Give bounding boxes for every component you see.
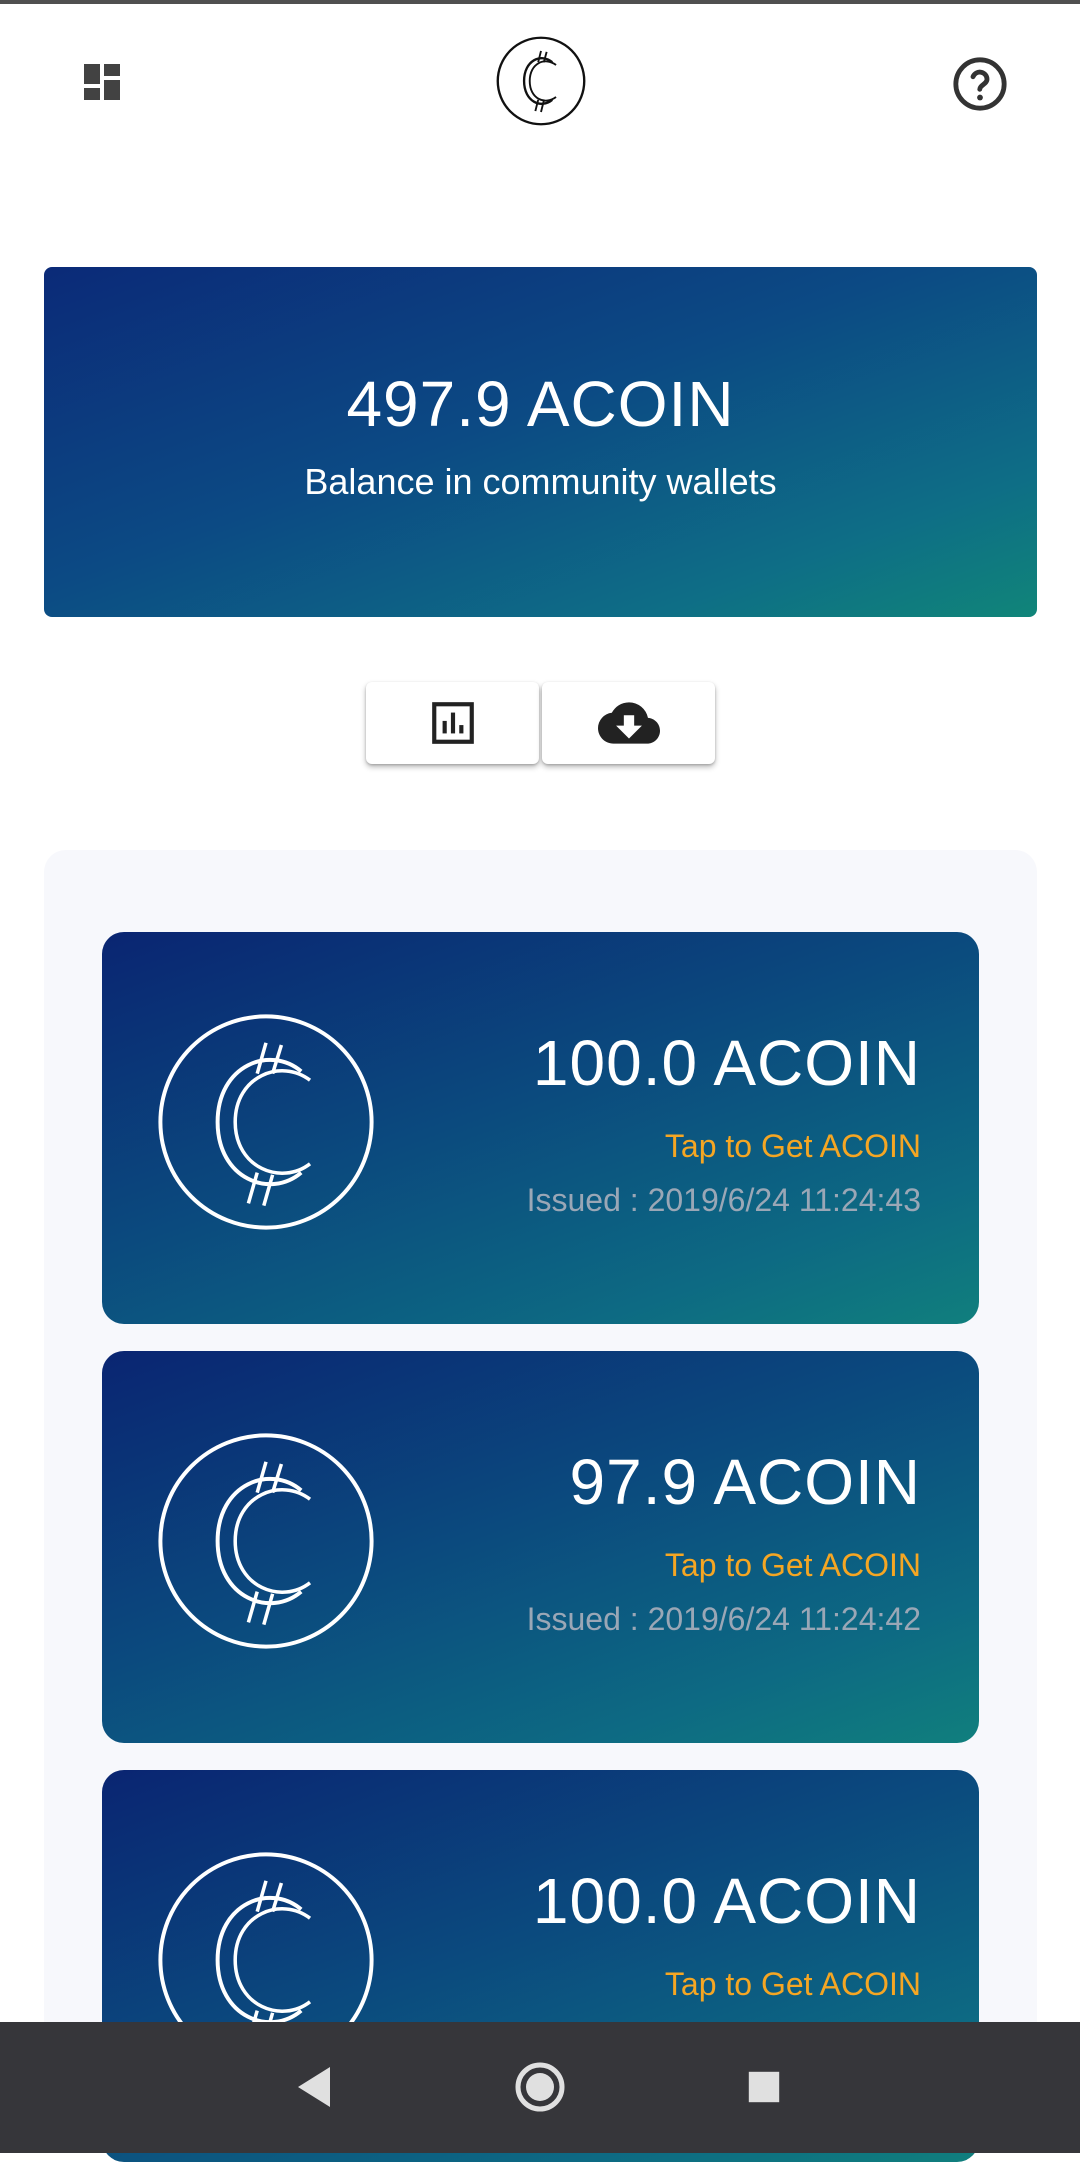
nav-recent-button[interactable]	[729, 2052, 799, 2122]
back-triangle-icon	[298, 2067, 330, 2107]
help-button[interactable]	[948, 52, 1012, 116]
app-logo	[494, 34, 588, 128]
nav-back-button[interactable]	[279, 2052, 349, 2122]
coin-icon	[158, 1433, 374, 1649]
recent-square-icon	[748, 2071, 780, 2103]
cloud-download-icon	[597, 702, 660, 744]
bar-chart-icon	[431, 702, 474, 744]
dashboard-button[interactable]	[70, 50, 134, 114]
coin-issued-date: Issued : 2019/6/24 11:24:43	[526, 1182, 921, 1218]
coin-tap-label[interactable]: Tap to Get ACOIN	[665, 1966, 921, 2003]
nav-home-button[interactable]	[505, 2052, 575, 2122]
statistics-button[interactable]	[366, 682, 539, 764]
balance-amount: 497.9 ACOIN	[346, 368, 735, 440]
coin-amount: 100.0 ACOIN	[532, 1865, 921, 1937]
app-header	[0, 4, 1080, 154]
coin-icon	[158, 1014, 374, 1230]
home-circle-icon	[515, 2062, 565, 2112]
coin-tap-label[interactable]: Tap to Get ACOIN	[665, 1547, 921, 1584]
coin-amount: 97.9 ACOIN	[569, 1446, 921, 1518]
coin-card[interactable]: 97.9 ACOIN Tap to Get ACOIN Issued : 201…	[102, 1351, 979, 1743]
help-circle-icon	[953, 57, 1007, 111]
coin-card[interactable]: 100.0 ACOIN Tap to Get ACOIN Issued : 20…	[102, 932, 979, 1324]
coin-issued-date: Issued : 2019/6/24 11:24:42	[526, 1601, 921, 1637]
coin-logo-icon	[496, 36, 586, 126]
system-nav-bar	[0, 2022, 1080, 2153]
coin-amount: 100.0 ACOIN	[532, 1027, 921, 1099]
balance-card: 497.9 ACOIN Balance in community wallets	[44, 267, 1037, 617]
dashboard-icon	[84, 64, 120, 100]
balance-label: Balance in community wallets	[304, 461, 777, 502]
download-button[interactable]	[542, 682, 715, 764]
coin-tap-label[interactable]: Tap to Get ACOIN	[665, 1128, 921, 1165]
